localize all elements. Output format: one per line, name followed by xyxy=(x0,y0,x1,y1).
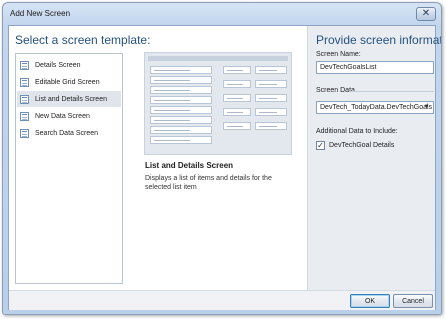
preview-detail-label xyxy=(223,66,251,74)
add-new-screen-dialog: Add New Screen ✕ Select a screen templat… xyxy=(2,2,442,315)
devtechgoal-details-checkbox[interactable]: ✓ xyxy=(316,141,325,150)
title-bar[interactable]: Add New Screen ✕ xyxy=(3,3,441,25)
preview-list-row xyxy=(150,66,212,74)
close-button[interactable]: ✕ xyxy=(416,7,436,21)
template-item-label: Search Data Screen xyxy=(35,129,99,137)
screen-template-icon xyxy=(20,111,29,121)
preview-detail-label xyxy=(223,108,251,116)
template-item-label: New Data Screen xyxy=(35,112,90,120)
preview-list-row xyxy=(150,96,212,104)
screen-data-selected-value: DevTech_TodayData.DevTechGoals xyxy=(320,104,433,111)
screen-name-label: Screen Name: xyxy=(316,51,361,58)
template-item-editable-grid-screen[interactable]: Editable Grid Screen xyxy=(17,74,121,90)
template-item-search-data-screen[interactable]: Search Data Screen xyxy=(17,125,121,141)
template-item-label: List and Details Screen xyxy=(35,95,107,103)
preview-list-row xyxy=(150,116,212,124)
template-item-details-screen[interactable]: Details Screen xyxy=(17,57,121,73)
preview-detail-field xyxy=(255,94,287,102)
screen-template-icon xyxy=(20,94,29,104)
preview-detail-label xyxy=(223,80,251,88)
template-item-new-data-screen[interactable]: New Data Screen xyxy=(17,108,121,124)
devtechgoal-details-label: DevTechGoal Details xyxy=(329,142,395,149)
dialog-footer: OK Cancel xyxy=(9,290,435,310)
preview-list-row xyxy=(150,86,212,94)
chevron-down-icon: ▼ xyxy=(423,104,430,110)
close-icon: ✕ xyxy=(421,8,431,19)
template-list: Details Screen Editable Grid Screen List… xyxy=(15,53,123,284)
template-item-label: Editable Grid Screen xyxy=(35,78,100,86)
template-item-label: Details Screen xyxy=(35,61,81,69)
cancel-button[interactable]: Cancel xyxy=(393,294,433,308)
screen-info-panel: Provide screen information: Screen Name:… xyxy=(307,26,441,290)
template-preview-image xyxy=(144,52,292,155)
checkmark-icon: ✓ xyxy=(317,141,324,150)
preview-detail-field xyxy=(255,80,287,88)
dialog-body: Select a screen template: Details Screen… xyxy=(8,25,441,310)
preview-list-row xyxy=(150,106,212,114)
template-panel: Select a screen template: Details Screen… xyxy=(9,26,307,290)
preview-detail-field xyxy=(255,108,287,116)
screen-name-input[interactable] xyxy=(316,61,434,74)
section-divider xyxy=(350,91,434,92)
screen-template-icon xyxy=(20,60,29,70)
screen-data-select[interactable]: DevTech_TodayData.DevTechGoals ▼ xyxy=(316,101,434,114)
ok-button[interactable]: OK xyxy=(350,294,390,308)
template-description-title: List and Details Screen xyxy=(145,161,234,170)
preview-list-row xyxy=(150,76,212,84)
preview-header-bar xyxy=(148,56,288,61)
preview-list-row xyxy=(150,136,212,144)
additional-data-label: Additional Data to Include: xyxy=(316,128,398,135)
template-heading: Select a screen template: xyxy=(15,33,151,47)
preview-detail-field xyxy=(255,66,287,74)
preview-list-row xyxy=(150,126,212,134)
template-item-list-and-details-screen[interactable]: List and Details Screen xyxy=(17,91,121,107)
preview-detail-label xyxy=(223,94,251,102)
preview-detail-label xyxy=(223,122,251,130)
screen-template-icon xyxy=(20,77,29,87)
window-title: Add New Screen xyxy=(10,9,71,18)
screen-template-icon xyxy=(20,128,29,138)
preview-detail-field xyxy=(255,122,287,130)
screen-info-heading: Provide screen information: xyxy=(316,33,441,47)
template-description-text: Displays a list of items and details for… xyxy=(145,175,272,191)
